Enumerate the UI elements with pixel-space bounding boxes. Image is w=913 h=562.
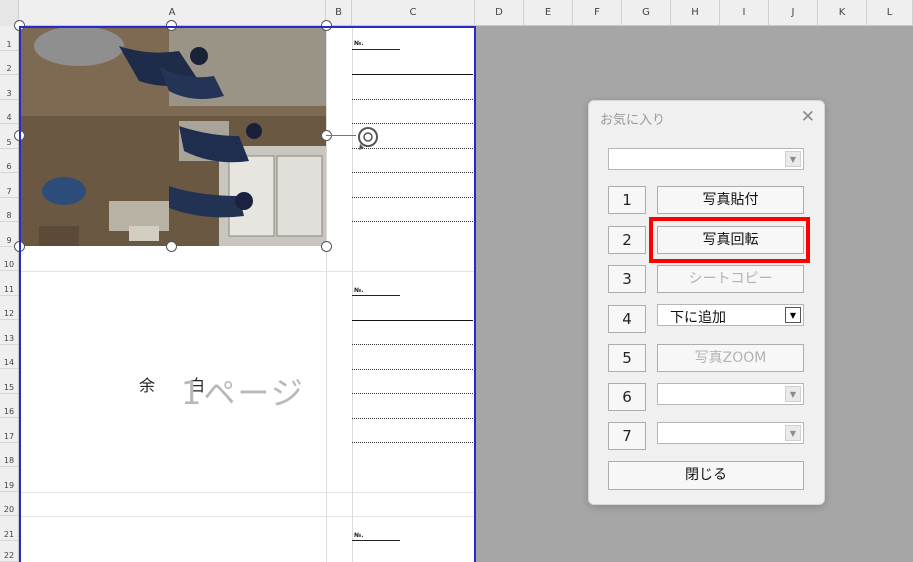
entry-line bbox=[352, 221, 473, 222]
entry-line bbox=[352, 99, 473, 100]
add-below-value: 下に追加 bbox=[670, 310, 726, 326]
gridline bbox=[19, 271, 475, 272]
entry-line bbox=[352, 320, 473, 321]
favorites-dialog: お気に入り ✕ ▼ 1 写真貼付 2 写真回転 3 シートコピー 4 下に追加 … bbox=[588, 100, 825, 505]
num-button-2[interactable]: 2 bbox=[608, 226, 646, 254]
chevron-down-icon[interactable]: ▼ bbox=[785, 386, 801, 402]
no-underline bbox=[352, 295, 400, 296]
col-header-c[interactable]: C bbox=[352, 0, 475, 26]
column-header: A B C D E F G H I J K L bbox=[0, 0, 913, 26]
photo-zoom-button[interactable]: 写真ZOOM bbox=[657, 344, 804, 372]
inserted-photo[interactable] bbox=[19, 26, 326, 246]
row-header-18[interactable]: 18 bbox=[0, 443, 18, 467]
col-header-i[interactable]: I bbox=[720, 0, 769, 26]
entry-line bbox=[352, 172, 473, 173]
row-header-21[interactable]: 21 bbox=[0, 516, 18, 541]
rotate-icon[interactable] bbox=[356, 124, 380, 153]
chevron-down-icon[interactable]: ▼ bbox=[785, 151, 801, 167]
no-underline bbox=[352, 49, 400, 50]
no-underline bbox=[352, 540, 400, 541]
row-header-19[interactable]: 19 bbox=[0, 467, 18, 492]
page-watermark: 1ページ bbox=[181, 374, 305, 412]
col-header-k[interactable]: K bbox=[818, 0, 867, 26]
col-header-d[interactable]: D bbox=[475, 0, 524, 26]
entry-line bbox=[352, 74, 473, 75]
photo-image bbox=[19, 26, 326, 246]
row-header-2[interactable]: 2 bbox=[0, 51, 18, 75]
col-header-g[interactable]: G bbox=[622, 0, 671, 26]
row-header-12[interactable]: 12 bbox=[0, 296, 18, 320]
resize-handle[interactable] bbox=[14, 130, 25, 141]
entry-line bbox=[352, 393, 473, 394]
row-header-14[interactable]: 14 bbox=[0, 345, 18, 369]
resize-handle[interactable] bbox=[166, 20, 177, 31]
no-label: №. bbox=[354, 287, 364, 294]
resize-handle[interactable] bbox=[14, 20, 25, 31]
no-label: №. bbox=[354, 40, 364, 47]
no-label: №. bbox=[354, 532, 364, 539]
chevron-down-icon[interactable]: ▼ bbox=[785, 425, 801, 441]
slot-6-select[interactable]: ▼ bbox=[657, 383, 804, 405]
resize-handle[interactable] bbox=[14, 241, 25, 252]
gridline bbox=[19, 492, 475, 493]
favorites-select[interactable]: ▼ bbox=[608, 148, 804, 170]
row-header: 1 2 3 4 5 6 7 8 9 10 11 12 13 14 15 16 1… bbox=[0, 26, 19, 562]
col-header-j[interactable]: J bbox=[769, 0, 818, 26]
dialog-title: お気に入り bbox=[600, 113, 666, 128]
num-button-5[interactable]: 5 bbox=[608, 344, 646, 372]
rotate-connector bbox=[326, 135, 356, 136]
gridline bbox=[326, 26, 327, 562]
row-header-15[interactable]: 15 bbox=[0, 369, 18, 394]
entry-line bbox=[352, 344, 473, 345]
num-button-1[interactable]: 1 bbox=[608, 186, 646, 214]
row-header-6[interactable]: 6 bbox=[0, 149, 18, 173]
num-button-6[interactable]: 6 bbox=[608, 383, 646, 411]
photo-paste-button[interactable]: 写真貼付 bbox=[657, 186, 804, 214]
row-header-13[interactable]: 13 bbox=[0, 320, 18, 345]
row-header-22[interactable]: 22 bbox=[0, 541, 18, 562]
entry-line bbox=[352, 369, 473, 370]
row-header-17[interactable]: 17 bbox=[0, 418, 18, 443]
row-header-3[interactable]: 3 bbox=[0, 75, 18, 100]
entry-line bbox=[352, 442, 473, 443]
col-header-e[interactable]: E bbox=[524, 0, 573, 26]
col-header-f[interactable]: F bbox=[573, 0, 622, 26]
row-header-16[interactable]: 16 bbox=[0, 394, 18, 418]
row-header-7[interactable]: 7 bbox=[0, 173, 18, 198]
col-header-h[interactable]: H bbox=[671, 0, 720, 26]
chevron-down-icon[interactable]: ▼ bbox=[785, 307, 801, 323]
resize-handle[interactable] bbox=[321, 241, 332, 252]
resize-handle[interactable] bbox=[166, 241, 177, 252]
num-button-4[interactable]: 4 bbox=[608, 305, 646, 333]
photo-rotate-button[interactable]: 写真回転 bbox=[657, 226, 804, 254]
row-header-8[interactable]: 8 bbox=[0, 198, 18, 222]
row-header-20[interactable]: 20 bbox=[0, 492, 18, 516]
num-button-3[interactable]: 3 bbox=[608, 265, 646, 293]
close-button[interactable]: 閉じる bbox=[608, 461, 804, 490]
entry-line bbox=[352, 418, 473, 419]
entry-line bbox=[352, 197, 473, 198]
col-header-l[interactable]: L bbox=[867, 0, 913, 26]
row-header-4[interactable]: 4 bbox=[0, 100, 18, 124]
sheet-copy-button[interactable]: シートコピー bbox=[657, 265, 804, 293]
add-below-select[interactable]: 下に追加 ▼ bbox=[657, 304, 804, 326]
resize-handle[interactable] bbox=[321, 20, 332, 31]
close-icon[interactable]: ✕ bbox=[801, 107, 815, 127]
slot-7-select[interactable]: ▼ bbox=[657, 422, 804, 444]
yohaku-char: 余 bbox=[139, 376, 156, 395]
gridline bbox=[19, 516, 475, 517]
num-button-7[interactable]: 7 bbox=[608, 422, 646, 450]
gridline bbox=[352, 26, 353, 562]
row-header-11[interactable]: 11 bbox=[0, 271, 18, 296]
